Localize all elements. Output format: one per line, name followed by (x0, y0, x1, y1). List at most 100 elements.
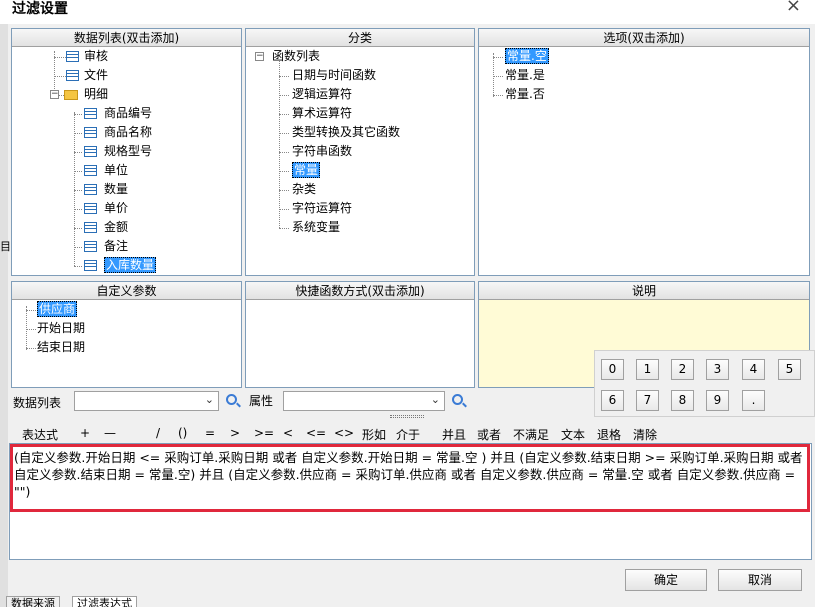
keypad-key[interactable]: 5 (778, 359, 801, 380)
search-icon[interactable] (226, 394, 237, 405)
attribute-filter-label: 属性 (249, 394, 274, 408)
tree-item[interactable]: 规格型号 (104, 142, 152, 161)
less-button[interactable]: < (283, 426, 293, 440)
tree-guide-line (279, 190, 289, 191)
tree-guide-line (279, 114, 289, 115)
category-item[interactable]: 系统变量 (292, 218, 340, 237)
keypad-key[interactable]: 9 (706, 390, 729, 411)
keypad-key[interactable]: 3 (706, 359, 729, 380)
tree-item[interactable]: 金额 (104, 218, 128, 237)
splitter-handle[interactable] (390, 415, 424, 418)
tree-item[interactable]: 单位 (104, 161, 128, 180)
category-item[interactable]: 日期与时间函数 (292, 66, 376, 85)
keypad-key[interactable]: 4 (742, 359, 765, 380)
data-list-combo[interactable]: ⌄ (74, 391, 219, 411)
bottom-tab[interactable]: 数据来源 (6, 596, 60, 607)
tree-guide-line (74, 114, 82, 115)
chevron-down-icon[interactable]: ⌄ (205, 393, 214, 406)
table-icon (84, 146, 97, 157)
tree-item[interactable]: 数量 (104, 180, 128, 199)
search-icon[interactable] (452, 394, 463, 405)
cancel-button[interactable]: 取消 (718, 569, 802, 591)
category-item-label: 字符运算符 (292, 201, 353, 215)
option-item[interactable]: 常量.空 (505, 47, 549, 66)
not-equal-button[interactable]: <> (334, 426, 354, 440)
bottom-tab[interactable]: 过滤表达式 (72, 596, 137, 607)
param-item[interactable]: 结束日期 (37, 338, 85, 357)
custom-params-panel: 自定义参数 供应商 开始日期 结束日期 (11, 281, 242, 388)
plus-button[interactable]: + (80, 426, 90, 440)
less-equal-button[interactable]: <= (306, 426, 326, 440)
greater-equal-button[interactable]: >= (254, 426, 274, 440)
tree-item-label: 审核 (84, 49, 109, 63)
tree-guide-line (279, 133, 289, 134)
title-bar: 过滤设置 × (0, 0, 815, 24)
category-item[interactable]: 逻辑运算符 (292, 85, 352, 104)
expression-label: 表达式 (22, 428, 59, 442)
tree-guide-line (279, 228, 289, 229)
equals-button[interactable]: = (205, 426, 215, 440)
tree-item[interactable]: 文件 (84, 66, 108, 85)
option-item-label: 常量.是 (505, 68, 545, 82)
keypad-key[interactable]: . (742, 390, 765, 411)
tree-item[interactable]: 备注 (104, 237, 128, 256)
param-item-label: 供应商 (37, 301, 78, 317)
tree-guide-line (26, 348, 36, 349)
between-button[interactable]: 介于 (396, 426, 420, 443)
tree-item[interactable]: 明细 (84, 85, 108, 104)
category-item-label: 常量 (292, 162, 321, 178)
text-button[interactable]: 文本 (561, 426, 585, 443)
or-button[interactable]: 或者 (477, 426, 501, 443)
category-item[interactable]: 字符运算符 (292, 199, 352, 218)
category-item[interactable]: 常量 (292, 161, 321, 180)
not-button[interactable]: 不满足 (513, 426, 549, 443)
keypad-key[interactable]: 0 (601, 359, 624, 380)
param-item[interactable]: 开始日期 (37, 319, 85, 338)
table-icon (66, 70, 79, 81)
tree-guide-line (493, 95, 503, 96)
keypad-key[interactable]: 6 (601, 390, 624, 411)
keypad-key[interactable]: 8 (671, 390, 694, 411)
category-item[interactable]: 类型转换及其它函数 (292, 123, 400, 142)
tree-item[interactable]: 审核 (84, 47, 108, 66)
category-item[interactable]: 字符串函数 (292, 142, 352, 161)
data-list-panel: 数据列表(双击添加) 审核 文件 − 明细 商品编号 商品名称 规格型号 单位 数量 单价 金额 备注… (11, 28, 242, 276)
tree-item[interactable]: 商品名称 (104, 123, 152, 142)
option-item[interactable]: 常量.否 (505, 85, 545, 104)
category-item[interactable]: 杂类 (292, 180, 316, 199)
tree-guide-line (26, 306, 27, 350)
chevron-down-icon[interactable]: ⌄ (431, 393, 440, 406)
divide-button[interactable]: / (156, 426, 160, 440)
close-icon[interactable]: × (786, 0, 801, 15)
category-item[interactable]: 算术运算符 (292, 104, 352, 123)
tree-guide-line (279, 209, 289, 210)
tree-item[interactable]: 入库数量 (104, 256, 157, 275)
param-item[interactable]: 供应商 (37, 300, 78, 319)
minus-button[interactable]: — (104, 426, 116, 440)
collapse-icon[interactable]: − (255, 52, 264, 61)
collapse-icon[interactable]: − (50, 90, 59, 99)
description-header: 说明 (479, 282, 809, 300)
and-button[interactable]: 并且 (442, 426, 466, 443)
category-item-label: 逻辑运算符 (292, 87, 353, 101)
tree-guide-line (74, 152, 82, 153)
options-panel: 选项(双击添加) 常量.空 常量.是 常量.否 (478, 28, 810, 276)
tree-item[interactable]: 单价 (104, 199, 128, 218)
like-button[interactable]: 形如 (362, 426, 386, 443)
attribute-combo[interactable]: ⌄ (283, 391, 445, 411)
option-item[interactable]: 常量.是 (505, 66, 545, 85)
backspace-button[interactable]: 退格 (597, 426, 621, 443)
keypad-key[interactable]: 2 (671, 359, 694, 380)
tree-guide-line (493, 57, 503, 58)
category-panel: 分类 − 函数列表 日期与时间函数 逻辑运算符 算术运算符 类型转换及其它函数 字符串函数常… (245, 28, 475, 276)
paren-button[interactable]: () (178, 426, 187, 440)
bottom-tabs: 数据来源 过滤表达式 (0, 596, 815, 607)
ok-button[interactable]: 确定 (625, 569, 707, 591)
keypad-key[interactable]: 1 (636, 359, 659, 380)
clear-button[interactable]: 清除 (633, 426, 657, 443)
greater-button[interactable]: > (230, 426, 240, 440)
tree-guide-line (279, 152, 289, 153)
category-item-label: 类型转换及其它函数 (292, 125, 401, 139)
tree-item[interactable]: 商品编号 (104, 104, 152, 123)
keypad-key[interactable]: 7 (636, 390, 659, 411)
